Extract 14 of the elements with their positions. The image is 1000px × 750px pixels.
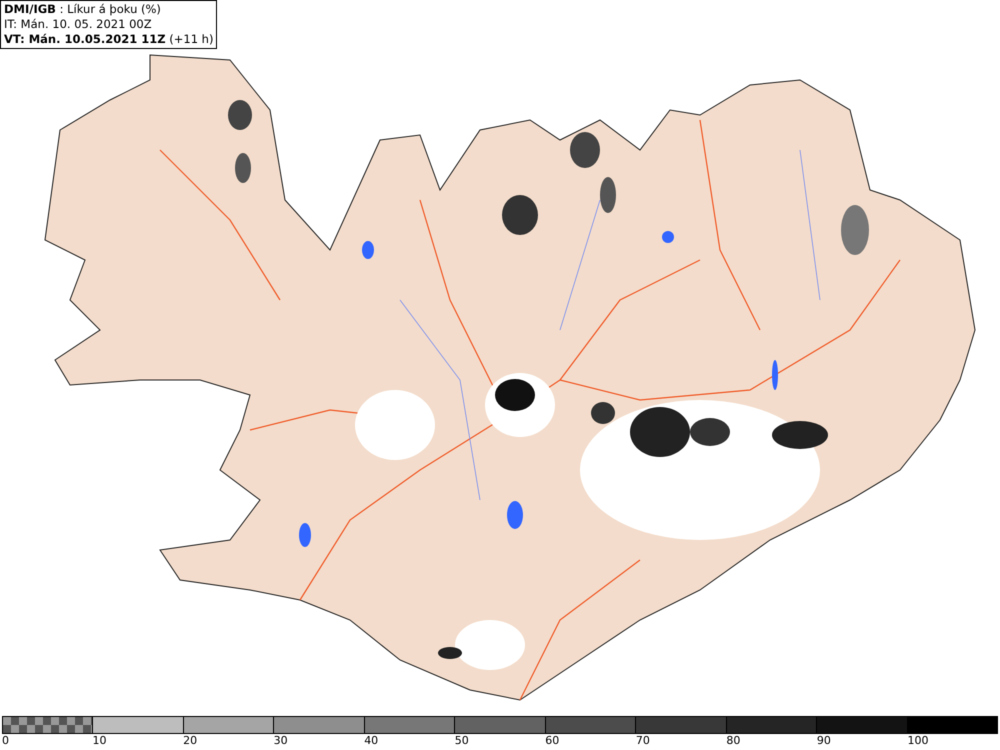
colorbar-tick-label: 50 <box>454 734 469 749</box>
colorbar-tick-label: 80 <box>726 734 740 749</box>
colorbar-tick-label: 0 <box>2 734 9 749</box>
colorbar-tick-label: 10 <box>92 734 107 749</box>
colorbar-tick-label: 30 <box>274 734 288 749</box>
legend-text: VT: Mán. 10.05.2021 11Z (+11 h) <box>4 32 214 47</box>
colorbar-tick-label: 40 <box>364 734 378 749</box>
colorbar-tick-label: 60 <box>545 734 560 749</box>
legend-text: IT: Mán. 10. 05. 2021 00Z <box>4 17 153 32</box>
colorbar-tick-label: 90 <box>816 734 831 749</box>
legend-text: DMI/IGB : Líkur á þoku (%) <box>4 2 162 17</box>
colorbar-tick-label: 100 <box>907 734 928 749</box>
colorbar-tick-label: 20 <box>183 734 198 749</box>
colorbar-tick-label: 70 <box>636 734 650 749</box>
